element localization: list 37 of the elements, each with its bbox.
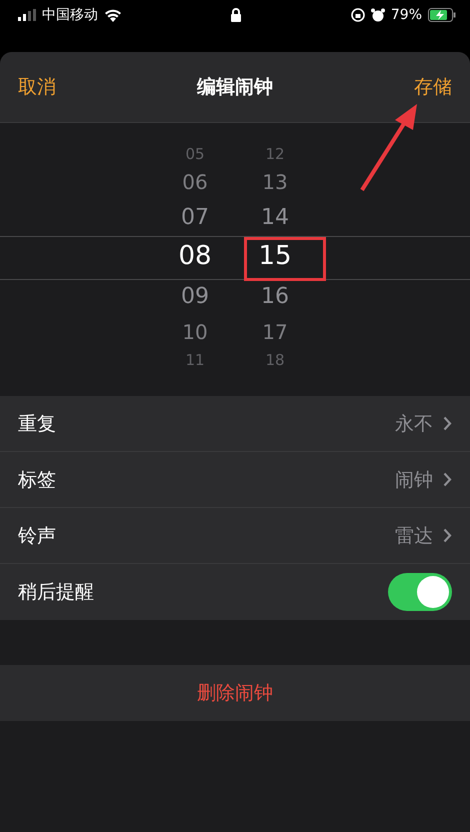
time-option[interactable]: 07 — [155, 199, 235, 235]
time-option[interactable]: 06 — [155, 165, 235, 199]
sheet-title: 编辑闹钟 — [197, 75, 273, 100]
carrier-name: 中国移动 — [42, 6, 98, 24]
time-option[interactable]: 11 — [155, 349, 235, 371]
time-option[interactable]: 18 — [235, 349, 315, 371]
snooze-toggle[interactable] — [388, 573, 452, 611]
setting-label: 稍后提醒 — [18, 580, 95, 605]
setting-value[interactable]: 永不 — [395, 410, 433, 436]
alarm-clock-icon — [370, 8, 385, 22]
rotation-lock-icon — [350, 8, 365, 22]
time-option[interactable]: 09 — [155, 277, 235, 315]
battery-percentage: 79% — [390, 7, 422, 23]
setting-value[interactable]: 闹钟 — [395, 466, 433, 492]
chevron-icon[interactable] — [443, 528, 452, 543]
setting-label: 重复 — [18, 412, 57, 436]
chevron-icon[interactable] — [443, 472, 452, 487]
save-button[interactable]: 存储 — [414, 70, 452, 104]
time-option[interactable]: 05 — [155, 143, 235, 165]
time-option[interactable]: 08 — [155, 235, 235, 277]
time-option[interactable]: 14 — [235, 199, 315, 235]
chevron-icon[interactable] — [443, 416, 452, 431]
time-option[interactable]: 15 — [235, 235, 315, 277]
time-option[interactable]: 13 — [235, 165, 315, 199]
wifi-icon — [104, 8, 122, 22]
time-option[interactable]: 17 — [235, 315, 315, 349]
lock-icon — [230, 8, 242, 22]
delete-alarm-button[interactable]: 删除闹钟 — [0, 665, 470, 721]
setting-label: 标签 — [18, 468, 57, 492]
time-option[interactable]: 12 — [235, 143, 315, 165]
time-option[interactable]: 16 — [235, 277, 315, 315]
setting-label: 铃声 — [18, 524, 57, 548]
battery-charging-icon — [428, 8, 456, 22]
setting-value[interactable]: 雷达 — [395, 522, 433, 548]
signal-icon — [18, 9, 36, 21]
cancel-button[interactable]: 取消 — [18, 70, 56, 104]
time-option[interactable]: 10 — [155, 315, 235, 349]
